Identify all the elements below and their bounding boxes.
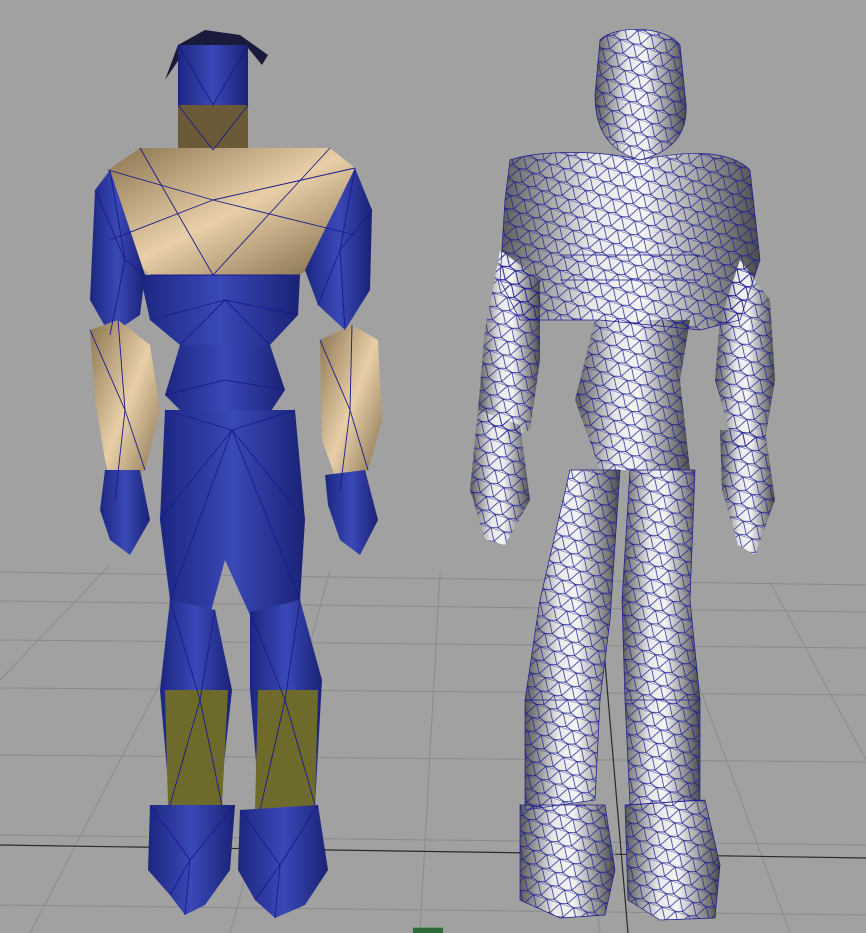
right-foot bbox=[238, 805, 328, 918]
viewport-scene bbox=[0, 29, 866, 933]
grid-x-axis bbox=[0, 844, 866, 859]
hips bbox=[160, 410, 305, 615]
right-hand bbox=[325, 470, 378, 555]
hp-wireframe-overlay bbox=[470, 29, 775, 920]
high-poly-character[interactable] bbox=[470, 29, 775, 921]
abdomen bbox=[140, 275, 300, 345]
ground-grid bbox=[0, 564, 866, 933]
waist bbox=[165, 345, 285, 420]
viewport-status-chip bbox=[413, 927, 443, 933]
low-poly-character[interactable] bbox=[89, 30, 382, 919]
3d-viewport[interactable] bbox=[0, 0, 866, 933]
left-hand bbox=[100, 470, 150, 555]
head bbox=[178, 45, 248, 105]
neck bbox=[178, 105, 248, 150]
